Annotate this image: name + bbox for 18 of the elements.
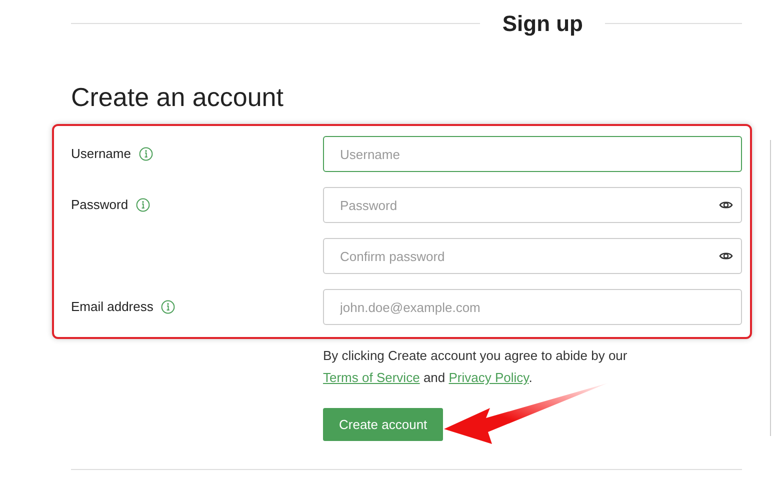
field-label: Email address bbox=[71, 298, 154, 316]
input-field[interactable]: Password bbox=[323, 187, 742, 223]
input-field[interactable]: Username bbox=[323, 136, 742, 172]
input-field[interactable]: Confirm password bbox=[323, 238, 742, 274]
form-title: Create an account bbox=[71, 81, 284, 114]
info-icon bbox=[161, 300, 176, 314]
eye-icon[interactable] bbox=[719, 251, 733, 261]
page-title: Sign up bbox=[501, 10, 584, 38]
terms-link[interactable]: Terms of Service bbox=[323, 370, 420, 385]
input-field[interactable]: john.doe@example.com bbox=[323, 289, 742, 325]
eye-icon[interactable] bbox=[719, 200, 733, 210]
privacy-link[interactable]: Privacy Policy bbox=[448, 370, 529, 385]
create-account-button[interactable]: Create account bbox=[323, 408, 444, 441]
field-label: Username bbox=[71, 145, 131, 164]
agreement-text: By clicking Create account you agree to abide by our Terms of Service and Privacy Policy. bbox=[323, 347, 628, 387]
field-label: Password bbox=[71, 196, 128, 214]
info-icon bbox=[136, 198, 150, 212]
info-icon bbox=[138, 147, 153, 161]
